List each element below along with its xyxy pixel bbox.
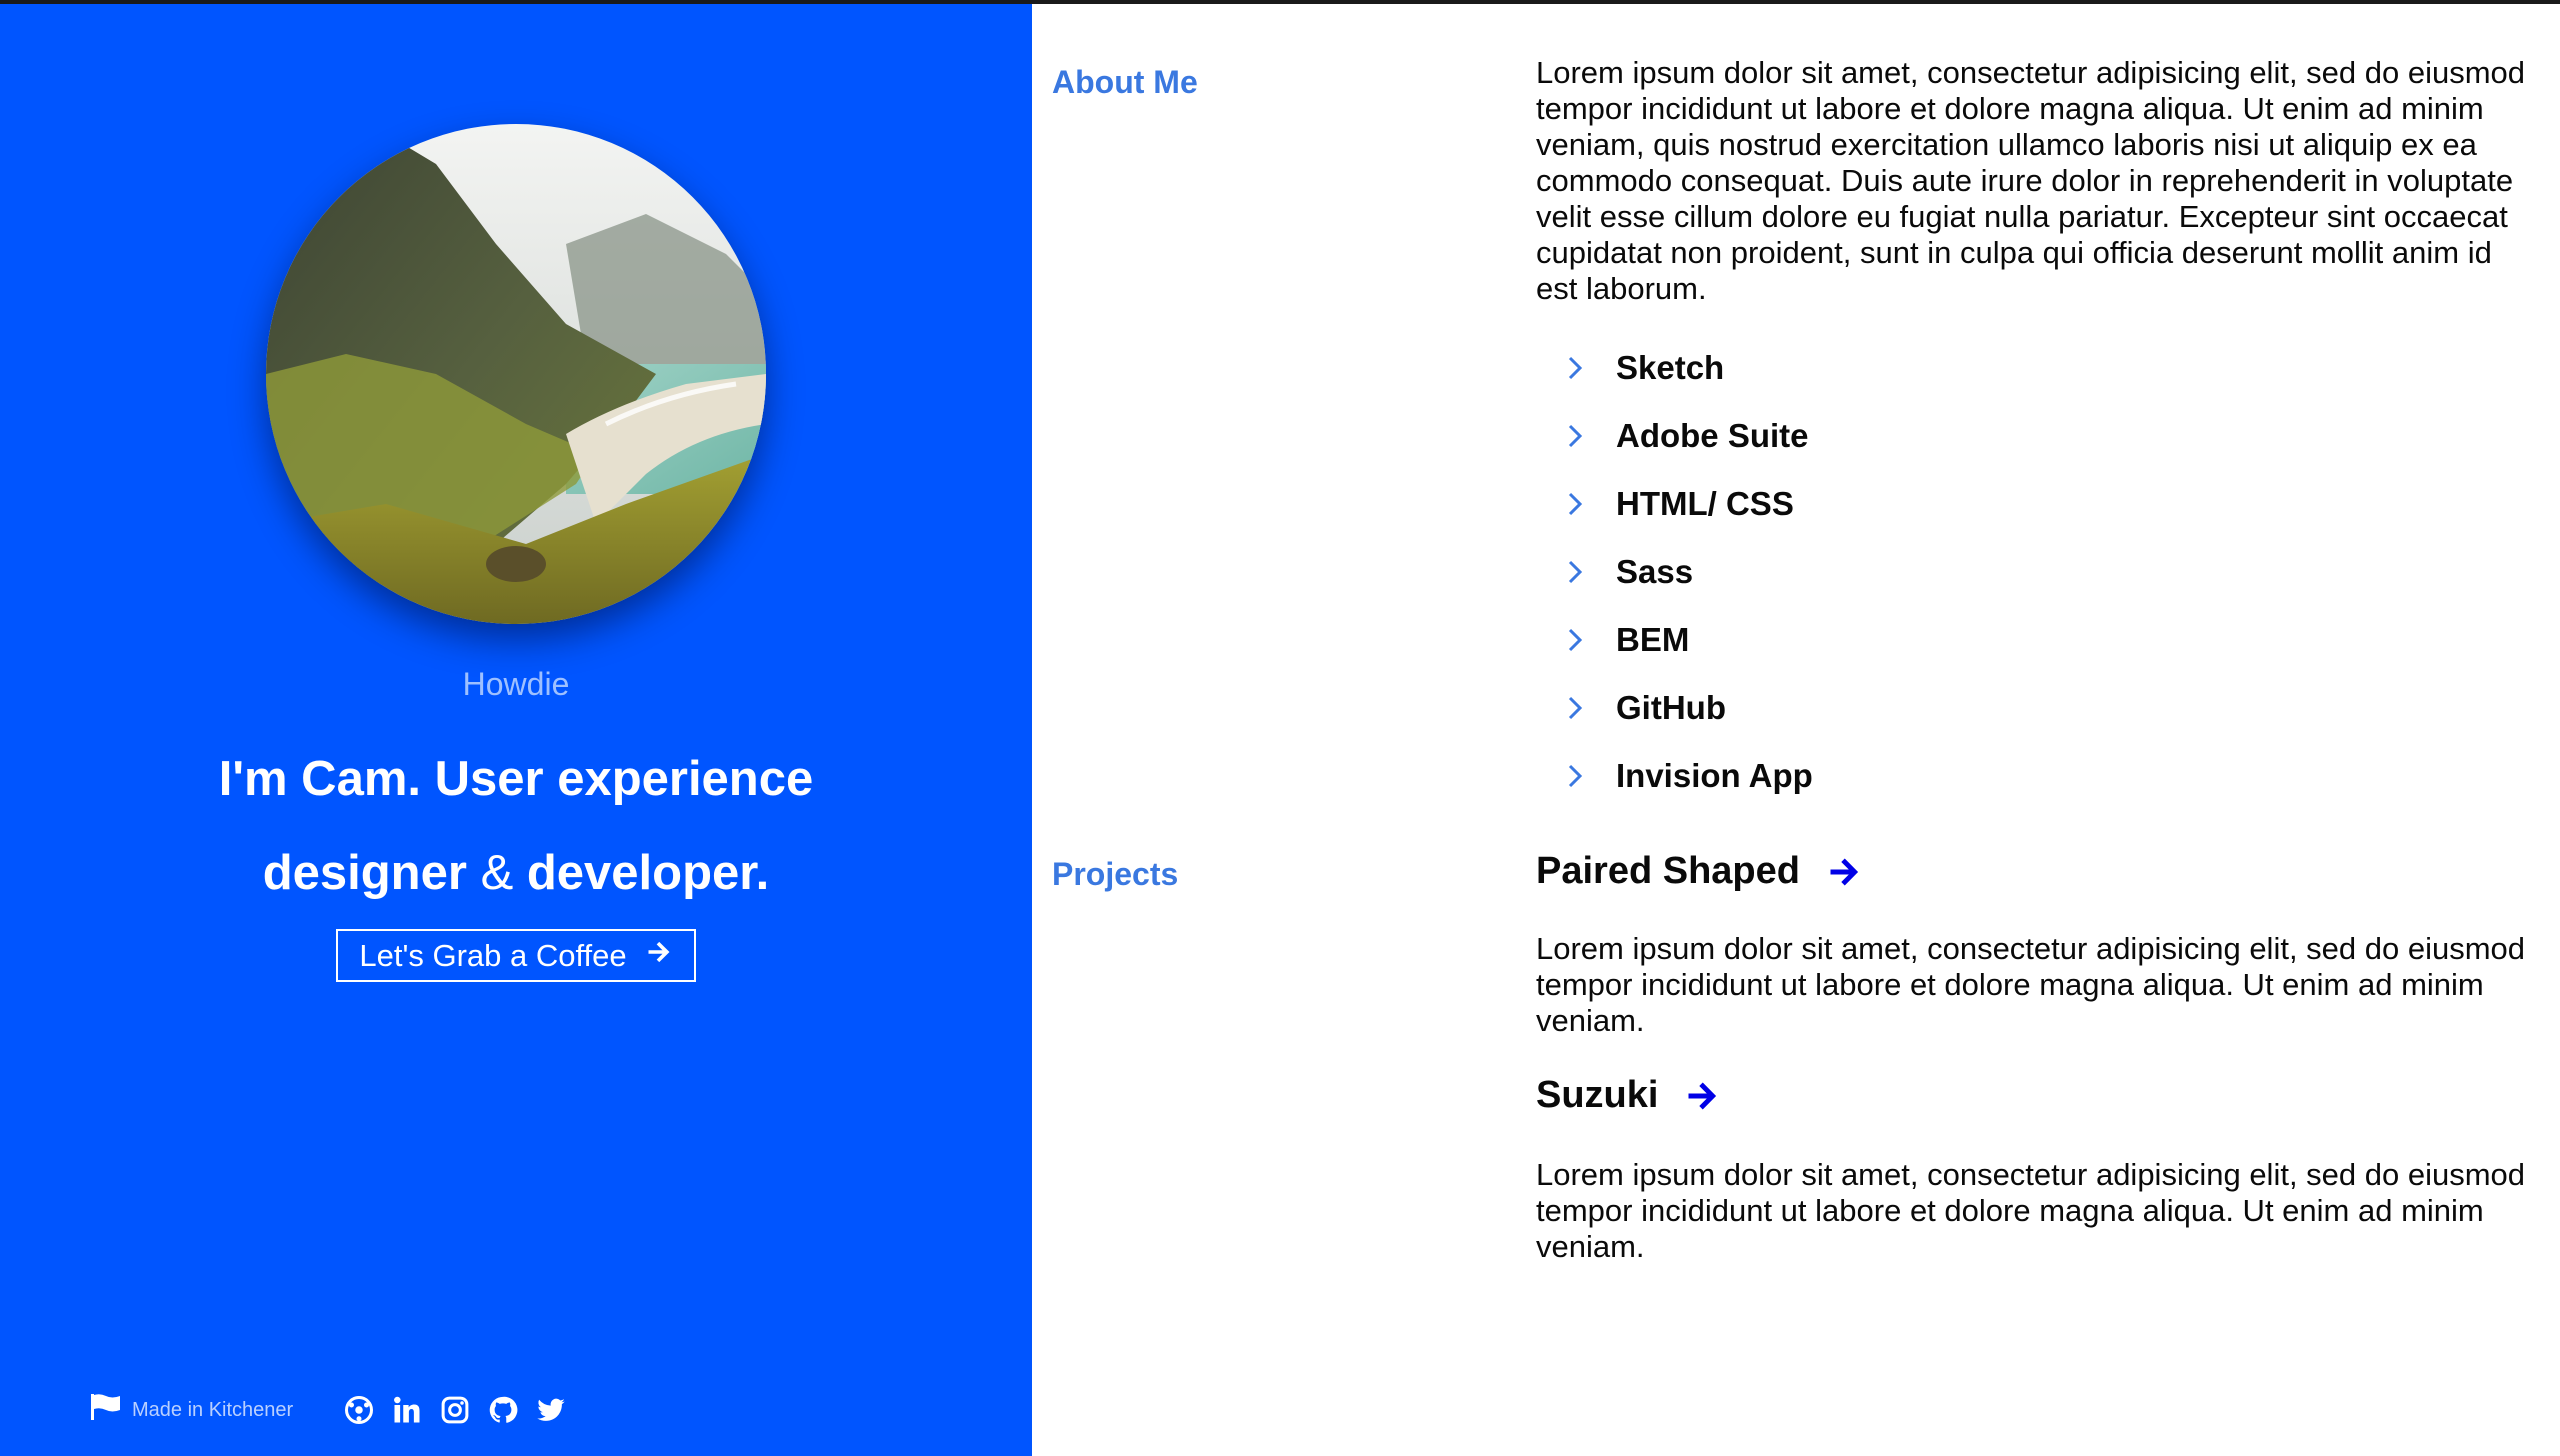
project-title-paired-shaped: Paired Shaped — [1536, 850, 1862, 893]
skill-label: Sketch — [1616, 349, 1725, 386]
headline-line-2: designer & developer. — [0, 826, 1032, 920]
skill-label: Invision App — [1616, 757, 1813, 794]
list-item: Sketch — [1560, 334, 1813, 402]
social-links — [343, 1394, 567, 1426]
chevron-right-icon — [1560, 625, 1590, 655]
hero-panel: Howdie I'm Cam. User experience designer… — [0, 4, 1032, 1456]
project-title-text: Paired Shaped — [1536, 850, 1800, 892]
coffee-button-label: Let's Grab a Coffee — [359, 937, 627, 973]
arrow-right-icon[interactable] — [1826, 854, 1862, 890]
chevron-right-icon — [1560, 557, 1590, 587]
arrow-right-icon — [645, 938, 673, 974]
skill-label: GitHub — [1616, 689, 1726, 726]
project-description: Lorem ipsum dolor sit amet, consectetur … — [1536, 1157, 2526, 1264]
list-item: GitHub — [1560, 674, 1813, 742]
linkedin-icon[interactable] — [391, 1394, 423, 1426]
chevron-right-icon — [1560, 421, 1590, 451]
projects-label: Projects — [1052, 856, 1179, 892]
project-title-suzuki: Suzuki — [1536, 1074, 1720, 1117]
list-item: Invision App — [1560, 742, 1813, 810]
list-item: BEM — [1560, 606, 1813, 674]
chevron-right-icon — [1560, 353, 1590, 383]
chevron-right-icon — [1560, 489, 1590, 519]
skill-label: Sass — [1616, 553, 1694, 590]
about-me-label: About Me — [1052, 64, 1198, 100]
skills-list: Sketch Adobe Suite HTML/ CSS Sass BEM Gi… — [1560, 334, 1813, 810]
list-item: Sass — [1560, 538, 1813, 606]
skill-label: HTML/ CSS — [1616, 485, 1794, 522]
profile-photo — [266, 124, 766, 624]
chevron-right-icon — [1560, 693, 1590, 723]
hero-headline: I'm Cam. User experience designer & deve… — [0, 732, 1032, 920]
list-item: Adobe Suite — [1560, 402, 1813, 470]
instagram-icon[interactable] — [439, 1394, 471, 1426]
list-item: HTML/ CSS — [1560, 470, 1813, 538]
skill-label: BEM — [1616, 621, 1690, 658]
headline-line-1: I'm Cam. User experience — [218, 752, 814, 806]
twitter-icon[interactable] — [535, 1394, 567, 1426]
flag-icon — [90, 1393, 122, 1427]
greeting-text: Howdie — [462, 666, 570, 702]
coffee-button[interactable]: Let's Grab a Coffee — [336, 929, 696, 982]
dribbble-icon[interactable] — [343, 1394, 375, 1426]
made-in-note: Made in Kitchener — [90, 1393, 293, 1427]
footer: Made in Kitchener — [90, 1392, 567, 1428]
headline-ampersand: & — [480, 846, 514, 900]
project-title-text: Suzuki — [1536, 1074, 1659, 1116]
headline-developer: developer. — [526, 846, 770, 900]
skill-label: Adobe Suite — [1616, 417, 1809, 454]
github-icon[interactable] — [487, 1394, 519, 1426]
chevron-right-icon — [1560, 761, 1590, 791]
arrow-right-icon[interactable] — [1684, 1078, 1720, 1114]
project-description: Lorem ipsum dolor sit amet, consectetur … — [1536, 931, 2526, 1038]
headline-designer: designer — [262, 846, 467, 900]
made-in-label: Made in Kitchener — [132, 1398, 294, 1421]
about-me-text: Lorem ipsum dolor sit amet, consectetur … — [1536, 55, 2526, 306]
